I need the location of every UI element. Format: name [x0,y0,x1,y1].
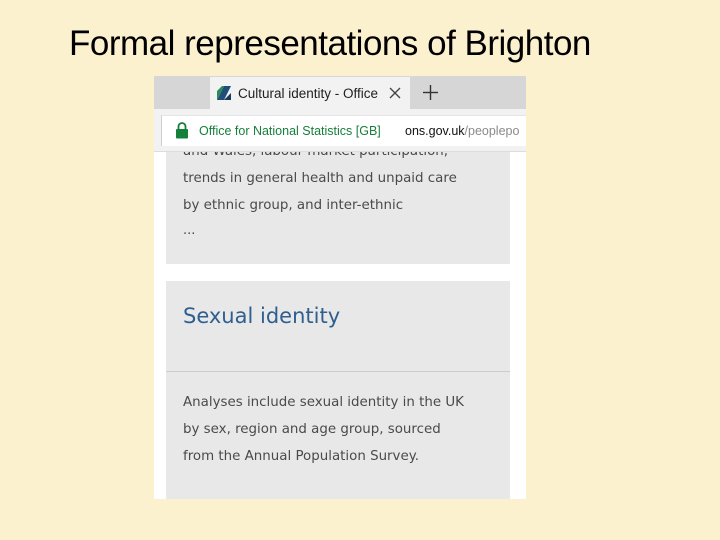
description-line: by ethnic group, and inter-ethnic [183,198,404,213]
address-bar: Office for National Statistics [GB] ons.… [154,109,526,152]
tab-strip: Cultural identity - Office [154,76,526,109]
ellipsis: ... [183,223,196,238]
url-host: ons.gov.uk [405,124,465,138]
url-field[interactable]: Office for National Statistics [GB] ons.… [161,115,526,146]
plus-icon[interactable] [422,84,439,101]
card-heading-link[interactable]: Sexual identity [183,301,340,331]
tab-title: Cultural identity - Office [238,86,379,101]
card-divider [166,371,510,372]
browser-tab[interactable]: Cultural identity - Office [210,77,410,109]
lock-icon [176,122,188,139]
close-icon[interactable] [388,86,402,100]
page-content: and Wales, labour market participation, … [154,152,526,499]
url-path: /peoplepo [464,124,520,138]
browser-screenshot: Cultural identity - Office Office for Na… [154,76,526,499]
description-line: by sex, region and age group, sourced [183,422,441,437]
description-line: trends in general health and unpaid care [183,171,457,186]
description-line: from the Annual Population Survey. [183,449,419,464]
certificate-label: Office for National Statistics [GB] [199,124,381,138]
slide-title: Formal representations of Brighton [69,24,591,63]
ons-logo-icon [217,86,231,100]
card-description: Analyses include sexual identity in the … [183,389,503,470]
card-description: and Wales, labour market participation, … [183,152,503,219]
sexual-identity-card[interactable]: Sexual identity Analyses include sexual … [166,281,510,499]
url-text: ons.gov.uk/peoplepo [405,124,519,139]
content-card[interactable]: and Wales, labour market participation, … [166,152,510,264]
description-line: Analyses include sexual identity in the … [183,395,464,410]
description-line: and Wales, labour market participation, [183,152,503,165]
